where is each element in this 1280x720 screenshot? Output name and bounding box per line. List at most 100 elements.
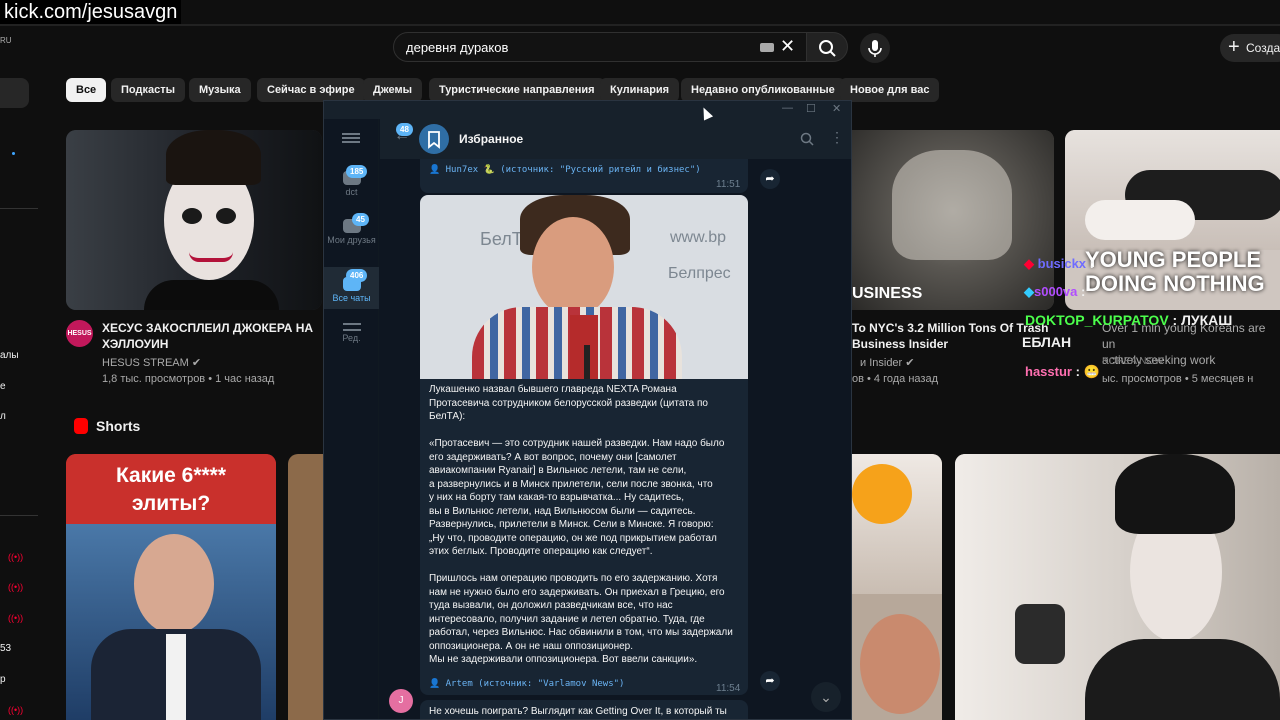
chat-badge-icon: ◆ bbox=[1024, 256, 1034, 271]
chip-music[interactable]: Музыка bbox=[189, 78, 251, 102]
short-thumbnail[interactable]: Какие 6**** элиты? bbox=[66, 454, 276, 720]
yellow-object bbox=[852, 464, 912, 524]
verified-icon: ✔ bbox=[905, 357, 915, 369]
message-text: Лукашенко назвал бывшего главреда NEXTA … bbox=[429, 384, 733, 665]
chat-username: DOKTOP_KURPATOV bbox=[1025, 312, 1169, 328]
share-button[interactable]: ➦ bbox=[760, 169, 780, 189]
voice-search-button[interactable] bbox=[860, 33, 890, 63]
video-thumbnail[interactable] bbox=[66, 130, 322, 310]
search-box[interactable]: деревня дураков ✕ bbox=[393, 32, 807, 62]
search-icon bbox=[819, 40, 836, 57]
chip-recently-uploaded[interactable]: Недавно опубликованные bbox=[681, 78, 845, 102]
short-thumbnail[interactable] bbox=[288, 454, 324, 720]
eye-makeup bbox=[182, 208, 202, 224]
message-list[interactable]: 👤 Hun7ex 🐍 (источник: "Русский ритейл и … bbox=[380, 159, 851, 719]
person-face bbox=[134, 534, 214, 634]
message-photo[interactable]: БелТА www.bp Белпрес bbox=[420, 195, 748, 379]
unread-badge: 185 bbox=[346, 165, 368, 178]
shorts-heading: Shorts bbox=[96, 418, 141, 434]
channel-name[interactable]: KOREA NOW bbox=[1102, 356, 1164, 367]
message-text: Не хочешь поиграть? Выглядит как Getting… bbox=[429, 706, 727, 717]
video-title-line: To NYC's 3.2 Million Tons Of Trash bbox=[852, 321, 1049, 335]
chat-text: : bbox=[1081, 284, 1086, 299]
folder-label: Мои друзья bbox=[327, 235, 376, 245]
video-thumbnail[interactable]: YOUNG PEOPLE DOING NOTHING bbox=[1065, 130, 1280, 310]
forward-source[interactable]: 👤 Artem (источник: "Varlamov News") bbox=[429, 679, 624, 689]
chip-podcasts[interactable]: Подкасты bbox=[111, 78, 185, 102]
video-title-line: ХЭЛЛОУИН bbox=[102, 337, 169, 351]
sender-avatar[interactable]: J bbox=[389, 689, 413, 713]
folder-edit[interactable]: Ред. bbox=[324, 323, 379, 343]
share-icon: ➦ bbox=[765, 173, 775, 185]
chat-text: : ЛУКАШ bbox=[1172, 312, 1233, 328]
sidebar-item-label[interactable]: е bbox=[0, 381, 6, 392]
user-icon: 👤 bbox=[429, 679, 441, 689]
folder-all-chats[interactable]: Все чаты 406 bbox=[324, 267, 379, 309]
video-title-line: Business Insider bbox=[852, 337, 949, 351]
close-icon[interactable]: ✕ bbox=[832, 102, 841, 115]
clear-search-icon[interactable]: ✕ bbox=[780, 36, 795, 57]
chip-live[interactable]: Сейчас в эфире bbox=[257, 78, 365, 102]
sidebar-item-label[interactable]: р bbox=[0, 674, 6, 685]
minimize-icon[interactable]: — bbox=[782, 102, 793, 114]
sidebar-item-label[interactable]: л bbox=[0, 411, 6, 422]
live-icon: ((•)) bbox=[8, 582, 24, 592]
user-icon: 👤 bbox=[429, 165, 441, 175]
chat-username: s000va bbox=[1034, 284, 1078, 299]
photo-text: Белпрес bbox=[668, 265, 731, 282]
more-options-icon[interactable]: ⋮ bbox=[830, 129, 844, 146]
chip-cooking[interactable]: Кулинария bbox=[600, 78, 680, 102]
create-button[interactable]: + Созда bbox=[1220, 34, 1280, 62]
microphone-shape bbox=[584, 345, 590, 379]
short-thumbnail[interactable] bbox=[955, 454, 1280, 720]
search-input[interactable]: деревня дураков bbox=[406, 40, 508, 55]
window-titlebar[interactable]: — ☐ ✕ bbox=[324, 101, 851, 119]
chip-all[interactable]: Все bbox=[66, 78, 107, 102]
telegram-window[interactable]: — ☐ ✕ dct 185 Мои друзья 45 Все чаты 406… bbox=[323, 100, 852, 720]
channel-avatar[interactable]: HESUS bbox=[66, 320, 93, 347]
thumbnail-text-line: YOUNG PEOPLE bbox=[1085, 247, 1262, 272]
share-button[interactable]: ➦ bbox=[760, 671, 780, 691]
chip-jams[interactable]: Джемы bbox=[363, 78, 422, 102]
chat-message: DOKTOP_KURPATOV : ЛУКАШ bbox=[1025, 312, 1232, 328]
chat-text: ЕБЛАН bbox=[1022, 334, 1072, 350]
keyboard-icon[interactable] bbox=[760, 43, 774, 52]
forward-source[interactable]: 👤 Hun7ex 🐍 (источник: "Русский ритейл и … bbox=[429, 165, 701, 175]
thumbnail-text: Какие 6**** элиты? bbox=[66, 462, 276, 518]
video-title[interactable]: To NYC's 3.2 Million Tons Of Trash Busine… bbox=[852, 320, 1048, 352]
folder-dct[interactable]: dct 185 bbox=[324, 165, 379, 197]
thumbnail-text-line: элиты? bbox=[131, 492, 211, 515]
shoulders-shape bbox=[144, 280, 279, 310]
video-title-line: ХЕСУС ЗАКОСПЛЕИЛ ДЖОКЕРА НА bbox=[102, 321, 314, 335]
person-face bbox=[860, 614, 940, 714]
search-button[interactable] bbox=[806, 32, 848, 62]
sidebar-item-label[interactable]: 53 bbox=[0, 643, 11, 654]
channel-name[interactable]: и Insider ✔ bbox=[860, 356, 915, 369]
chat-message: hasstur : 😬 bbox=[1025, 364, 1100, 380]
sidebar-home-item[interactable] bbox=[0, 78, 29, 108]
scroll-down-button[interactable]: ⌄ bbox=[811, 682, 841, 712]
microphone-icon bbox=[868, 40, 882, 57]
microphone-shape bbox=[1015, 604, 1065, 664]
message-bubble[interactable]: БелТА www.bp Белпрес Лукашенко назвал бы… bbox=[420, 195, 748, 695]
unread-badge: 45 bbox=[352, 213, 369, 226]
chevron-down-icon: ⌄ bbox=[820, 689, 832, 705]
menu-icon[interactable] bbox=[342, 131, 360, 145]
video-title[interactable]: ХЕСУС ЗАКОСПЛЕИЛ ДЖОКЕРА НА ХЭЛЛОУИН bbox=[102, 320, 313, 352]
search-icon[interactable] bbox=[800, 132, 814, 146]
chip-new-for-you[interactable]: Новое для вас bbox=[840, 78, 940, 102]
chip-travel[interactable]: Туристические направления bbox=[429, 78, 605, 102]
forward-source-text: Hun7ex 🐍 (источник: "Русский ритейл и би… bbox=[445, 165, 701, 175]
shorts-icon bbox=[74, 418, 88, 434]
short-thumbnail[interactable] bbox=[852, 454, 942, 720]
channel-name[interactable]: HESUS STREAM ✔ bbox=[102, 356, 201, 369]
folder-my-friends[interactable]: Мои друзья 45 bbox=[324, 213, 379, 245]
message-bubble[interactable]: 👤 Hun7ex 🐍 (источник: "Русский ритейл и … bbox=[420, 159, 748, 193]
pillow-shape bbox=[1085, 200, 1195, 240]
menu-bar bbox=[342, 141, 360, 143]
message-bubble[interactable]: Не хочешь поиграть? Выглядит как Getting… bbox=[420, 700, 748, 719]
sidebar-item-label[interactable]: алы bbox=[0, 350, 19, 361]
video-thumbnail[interactable]: USINESS bbox=[852, 130, 1054, 310]
chat-title: Избранное bbox=[459, 132, 524, 146]
maximize-icon[interactable]: ☐ bbox=[806, 102, 816, 115]
